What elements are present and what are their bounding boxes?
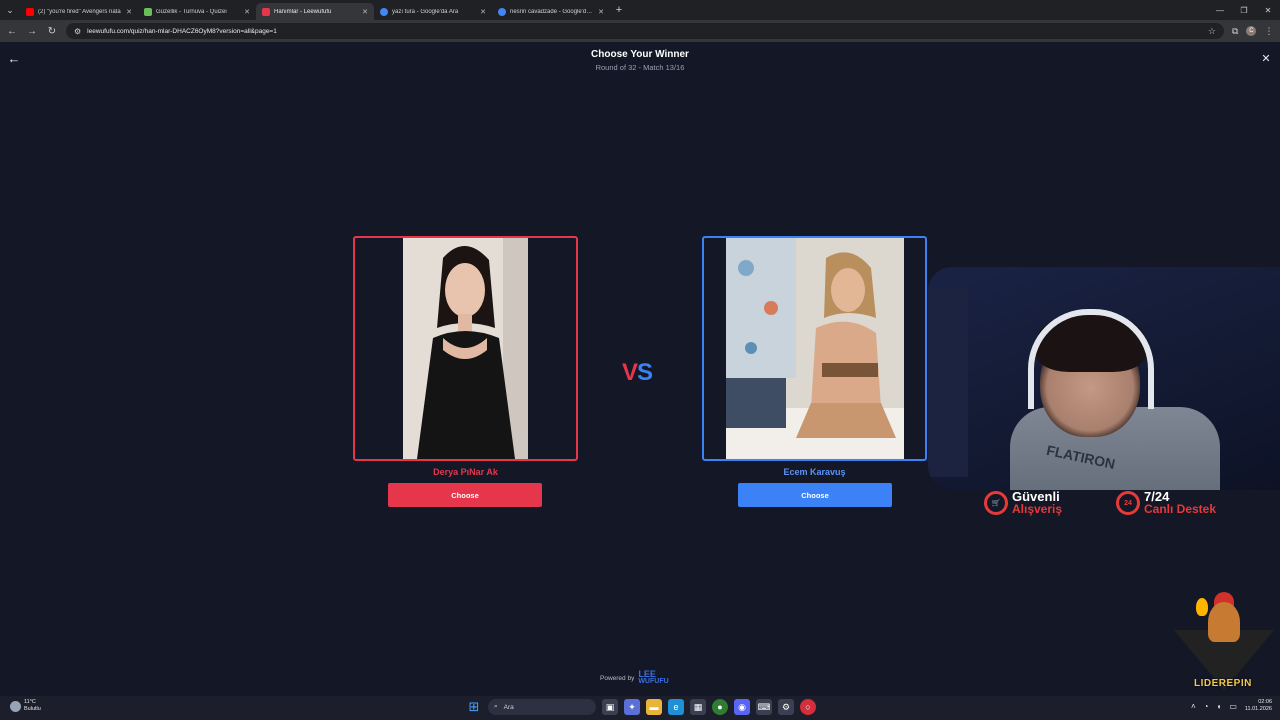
copilot-icon[interactable]: ✦ [624,699,640,715]
leewufufu-icon [262,7,270,16]
torch-flame-icon [1196,598,1208,616]
weather-desc: Bulutlu [24,706,41,712]
keyboard-icon[interactable]: ⌨ [756,699,772,715]
reload-icon[interactable]: ↻ [46,26,58,37]
close-tab-icon[interactable]: ✕ [480,8,486,16]
tab-title: Güzellik - Turnuva - Quizei [156,8,227,15]
bookshelf [928,287,968,477]
clock-date: 11.01.2026 [1244,706,1272,712]
taskbar-apps: ⊞ ⌕ Ara ▣ ✦ ▬ e ▦ ● ◉ ⌨ ⚙ ○ [466,699,816,715]
close-tab-icon[interactable]: ✕ [598,8,604,16]
choose-left-button[interactable]: Choose [388,483,542,507]
speaker-icon[interactable]: ◖ [1216,702,1221,711]
tab-title: nesrin cavadzade - Google'da A [510,8,595,15]
clock-time: 02:06 [1258,699,1272,705]
extensions-icon[interactable]: ⧉ [1232,26,1238,37]
page-title: Choose Your Winner [591,49,689,60]
cloud-icon [10,700,21,712]
promo-secure-shopping: 🛒 Güvenli Alışveriş [984,490,1062,516]
store-icon[interactable]: ▦ [690,699,706,715]
chrome-icon[interactable]: ● [712,699,728,715]
support-24-icon: 24 [1116,491,1140,515]
promo1-bottom: Alışveriş [1012,502,1063,516]
vs-v: V [622,359,638,386]
shopping-cart-icon: 🛒 [984,491,1008,515]
browser-tab[interactable]: yazı tura - Google'da Ara ✕ [374,3,492,20]
close-tab-icon[interactable]: ✕ [362,8,368,16]
search-icon: ⌕ [494,703,498,710]
taskbar: 11°C Bulutlu ⊞ ⌕ Ara ▣ ✦ ▬ e ▦ ● ◉ ⌨ ⚙ ○… [0,696,1280,720]
spartan-helmet-icon [1208,602,1240,642]
maximize-icon[interactable]: ❐ [1232,6,1256,15]
minimize-icon[interactable]: — [1208,6,1232,15]
edge-icon[interactable]: e [668,699,684,715]
window-controls: — ❐ ✕ [1208,6,1280,15]
logo-line-2: WUFUFU [638,678,669,685]
tab-title: Hanımlar - Leewufufu [274,8,332,15]
leewufufu-logo[interactable]: LEE WUFUFU [638,670,668,686]
powered-by: Powered by LEE WUFUFU [600,670,669,686]
task-view-icon[interactable]: ▣ [602,699,618,715]
steam-icon[interactable]: ⚙ [778,699,794,715]
profile-avatar[interactable]: C [1246,26,1257,36]
forward-arrow-icon[interactable]: → [26,26,38,37]
menu-icon[interactable]: ⋮ [1264,26,1273,37]
browser-tab[interactable]: nesrin cavadzade - Google'da A ✕ [492,3,610,20]
portrait-illustration [726,238,904,459]
close-tab-icon[interactable]: ✕ [244,8,250,16]
close-window-icon[interactable]: ✕ [1256,6,1280,15]
system-clock[interactable]: 02:06 11.01.2026 [1245,699,1272,713]
url-text: leewufufu.com/quiz/han-mlar-DHACZ6OyM8?v… [87,27,277,35]
weather-widget[interactable]: 11°C Bulutlu [10,699,41,713]
liderepin-logo: LIDEREPIN [1170,590,1276,695]
quizei-icon [144,7,152,16]
system-tray: ˄ ◔ ◖ ▭ 02:06 11.01.2026 [1191,699,1272,713]
discord-icon[interactable]: ◉ [734,699,750,715]
back-arrow-icon[interactable]: ← [6,26,18,37]
contestant-card-right[interactable] [702,236,927,461]
battery-icon[interactable]: ▭ [1229,702,1237,711]
tab-search-button[interactable]: ⌄ [0,0,20,20]
choose-right-button[interactable]: Choose [738,483,892,507]
close-tab-icon[interactable]: ✕ [126,8,132,16]
match-progress: Round of 32 - Match 13/16 [595,63,685,72]
url-field[interactable]: ⚙ leewufufu.com/quiz/han-mlar-DHACZ6OyM8… [66,23,1224,39]
contestant-photo-left [403,238,528,459]
contestant-card-left[interactable] [353,236,578,461]
browser-tab[interactable]: Güzellik - Turnuva - Quizei ✕ [138,3,256,20]
tray-chevron-icon[interactable]: ˄ [1191,702,1196,711]
tab-title: yazı tura - Google'da Ara [392,8,459,15]
record-icon[interactable]: ○ [800,699,816,715]
file-explorer-icon[interactable]: ▬ [646,699,662,715]
network-icon[interactable]: ◔ [1204,702,1209,711]
windows-start-icon[interactable]: ⊞ [466,699,482,715]
webcam-overlay: FLATIRON [928,267,1280,490]
bookmark-star-icon[interactable]: ☆ [1208,26,1216,37]
site-info-icon[interactable]: ⚙ [74,27,81,36]
taskbar-search[interactable]: ⌕ Ara [488,699,596,715]
promo-live-support: 24 7/24 Canlı Destek [1116,490,1216,516]
browser-tab[interactable]: (2) "you're fired" Avengers nata ✕ [20,3,138,20]
versus-label: VS [622,359,653,387]
contestant-name-left: Derya PıNar Ak [433,467,498,477]
contestant-name-right: Ecem Karavuş [783,467,846,477]
new-tab-button[interactable]: + [610,4,628,16]
address-bar-row: ← → ↻ ⚙ leewufufu.com/quiz/han-mlar-DHAC… [0,20,1280,42]
contestant-photo-right [726,238,904,459]
tab-title: (2) "you're fired" Avengers nata [38,8,121,15]
logo-line-1: LEE [638,669,656,679]
tab-strip: ⌄ (2) "you're fired" Avengers nata ✕ Güz… [0,0,1280,20]
weather-temp: 11°C [24,699,36,705]
vs-s: S [637,359,653,386]
search-placeholder: Ara [503,703,514,711]
powered-by-label: Powered by [600,674,635,682]
brand-name: LIDEREPIN [1194,678,1252,689]
portrait-illustration [403,238,528,459]
browser-tab-active[interactable]: Hanımlar - Leewufufu ✕ [256,3,374,20]
promo2-bottom: Canlı Destek [1144,502,1217,516]
google-icon [380,7,388,16]
google-icon [498,7,506,16]
youtube-icon [26,7,34,16]
